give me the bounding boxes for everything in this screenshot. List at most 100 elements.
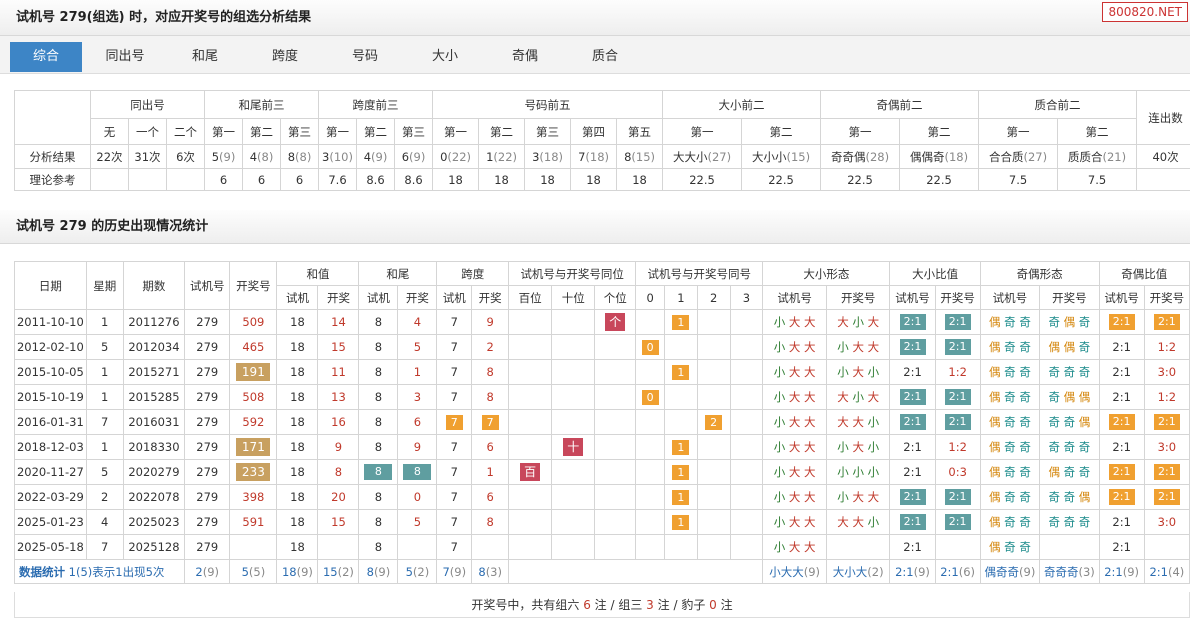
summary-ref-cell: 18 — [570, 168, 618, 191]
table-row: 2015-10-19 1 2015285 279 508 18 13 8 3 7 8 0 小 大 大 大… — [14, 384, 1190, 410]
sum-draw: 16 — [331, 415, 346, 429]
shape-text: 小 大 大 — [773, 315, 816, 329]
ratio-badge: 2:1 — [899, 314, 926, 330]
result-value: 6 — [401, 149, 410, 164]
history-group-header: 奇偶形态 — [979, 261, 1100, 286]
stats-value: 小大大 — [769, 564, 804, 579]
tail-try: 8 — [374, 365, 383, 379]
row-try: 279 — [184, 309, 231, 335]
shape-text: 奇 偶 偶 — [1048, 390, 1091, 404]
row-size-ratio-try: 2:1 — [889, 534, 936, 560]
row-size-ratio-try: 2:1 — [889, 509, 936, 535]
group-six-count: 6 — [583, 598, 591, 612]
table-row: 2022-03-29 2 2022078 279 398 18 20 8 0 7 6 1 小 大 大 小… — [14, 484, 1190, 510]
tail-draw: 9 — [413, 440, 422, 454]
summary-group-header: 连出数 — [1136, 90, 1190, 145]
row-tail-draw: 5 — [397, 334, 438, 360]
span-draw: 8 — [486, 365, 494, 379]
row-same-number — [635, 309, 665, 335]
history-sub-header: 个位 — [594, 285, 637, 310]
row-try: 279 — [184, 484, 231, 510]
shape-text: 偶 奇 奇 — [989, 390, 1031, 404]
row-same-number: 0 — [635, 334, 665, 360]
tab-1[interactable]: 同出号 — [89, 42, 161, 72]
row-same-number — [696, 434, 731, 460]
shape-text: 大 小 大 — [837, 390, 880, 404]
tab-6[interactable]: 奇偶 — [489, 42, 561, 72]
history-col-header: 开奖号 — [229, 261, 278, 310]
tab-5[interactable]: 大小 — [409, 42, 481, 72]
row-same-number: 1 — [663, 359, 698, 385]
row-tail-try: 8 — [358, 509, 399, 535]
row-parity-ratio-try: 2:1 — [1098, 509, 1145, 535]
row-same-position — [508, 534, 553, 560]
history-sub-header: 1 — [663, 285, 698, 310]
span-try: 7 — [450, 390, 458, 404]
ratio-text: 1:2 — [948, 440, 967, 454]
row-issue: 2025128 — [122, 534, 186, 560]
stats-cell: 2:1(9) — [889, 559, 936, 584]
table-row: 2015-10-05 1 2015271 279 191 18 11 8 1 7 8 1 小 大 大 小… — [14, 359, 1190, 385]
row-week: 7 — [85, 534, 124, 560]
row-size-ratio-draw — [934, 534, 981, 560]
summary-result-cell: 偶偶奇(18) — [899, 144, 980, 169]
row-size-shape-draw: 大 大 小 — [825, 509, 891, 535]
row-parity-shape-draw: 奇 奇 奇 — [1039, 359, 1100, 385]
ratio-text: 2:1 — [1112, 440, 1131, 454]
row-same-position — [508, 334, 553, 360]
row-parity-ratio-try: 2:1 — [1098, 309, 1145, 335]
same-number-badge: 0 — [641, 339, 659, 355]
row-parity-ratio-try: 2:1 — [1098, 409, 1145, 435]
stats-cell: 18(9) — [276, 559, 319, 584]
summary-ref-cell — [90, 168, 129, 191]
row-size-shape-draw — [825, 534, 891, 560]
result-count: (18) — [944, 149, 969, 164]
summary-ref-cell — [166, 168, 205, 191]
row-week: 1 — [85, 384, 124, 410]
shape-text: 小 大 大 — [773, 540, 816, 554]
ratio-text: 3:0 — [1157, 440, 1177, 454]
row-same-number — [729, 309, 764, 335]
summary-sub-header: 第三 — [394, 118, 434, 145]
summary-ref-cell: 6 — [279, 168, 320, 191]
stats-cell: 大小大(2) — [825, 559, 891, 584]
row-same-position — [508, 409, 553, 435]
tab-7[interactable]: 质合 — [569, 42, 641, 72]
tab-2[interactable]: 和尾 — [169, 42, 241, 72]
draw-number: 509 — [242, 315, 265, 329]
shape-text: 奇 偶 奇 — [1048, 315, 1091, 329]
tail-try: 8 — [374, 490, 383, 504]
row-same-number — [635, 409, 665, 435]
history-sub-header: 开奖号 — [825, 285, 891, 310]
ratio-badge: 2:1 — [1108, 464, 1135, 480]
row-same-position — [551, 534, 596, 560]
stats-value: 18 — [281, 564, 297, 579]
summary-ref-cell: 22.5 — [662, 168, 743, 191]
row-same-number — [696, 509, 731, 535]
row-parity-ratio-try: 2:1 — [1098, 434, 1145, 460]
row-date: 2020-11-27 — [14, 459, 87, 485]
shape-text: 偶 奇 奇 — [989, 415, 1031, 429]
row-week: 4 — [85, 509, 124, 535]
row-same-number — [729, 534, 764, 560]
row-same-number: 2 — [696, 409, 731, 435]
row-parity-shape-try: 偶 奇 奇 — [979, 484, 1041, 510]
row-draw: 171 — [229, 434, 278, 460]
summary-result-cell: 8(15) — [616, 144, 664, 169]
row-same-number — [635, 534, 665, 560]
tail-draw: 4 — [413, 315, 422, 329]
sum-draw: 8 — [334, 465, 343, 479]
row-span-draw: 1 — [471, 459, 510, 485]
row-issue: 2025023 — [122, 509, 186, 535]
tab-0[interactable]: 综合 — [10, 42, 82, 72]
summary-group-header: 大小前二 — [662, 90, 822, 119]
tab-4[interactable]: 号码 — [329, 42, 401, 72]
row-week: 2 — [85, 484, 124, 510]
row-size-ratio-try: 2:1 — [889, 359, 936, 385]
row-same-number — [635, 484, 665, 510]
row-try: 279 — [184, 459, 231, 485]
stats-value: 大小大 — [832, 564, 868, 579]
tab-3[interactable]: 跨度 — [249, 42, 321, 72]
row-same-position — [508, 384, 553, 410]
summary-ref-cell: 8.6 — [394, 168, 434, 191]
